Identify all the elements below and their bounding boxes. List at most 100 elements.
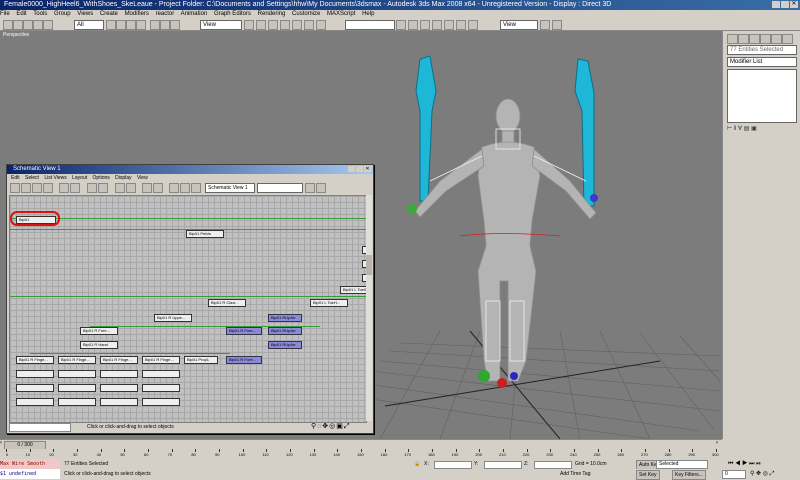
edit-named-sel-icon[interactable] (316, 20, 326, 30)
maximize-icon[interactable] (781, 1, 789, 8)
sch-hierarchy-icon[interactable] (59, 183, 69, 193)
prev-frame-icon[interactable]: ‹ (0, 440, 2, 446)
pivot-center-icon[interactable] (244, 20, 254, 30)
spinner-snap-icon[interactable] (304, 20, 314, 30)
coord-y-field[interactable] (484, 461, 522, 469)
schematic-node-finger-blank[interactable] (142, 398, 180, 406)
minimize-icon[interactable] (772, 1, 780, 8)
material-editor-icon[interactable] (456, 20, 466, 30)
schematic-view-window[interactable]: Schematic View 1 ✕ Edit Select List View… (6, 164, 374, 434)
sch-menu-display[interactable]: Display (115, 175, 131, 181)
schematic-node-finger-blank[interactable] (16, 384, 54, 392)
create-tab-icon[interactable] (727, 34, 738, 44)
schematic-node-finger-blank[interactable] (142, 384, 180, 392)
sch-menu-select[interactable]: Select (25, 175, 39, 181)
sch-arrange-icon[interactable] (153, 183, 163, 193)
close-icon[interactable]: ✕ (790, 1, 798, 8)
schematic-view-name-field[interactable]: Schematic View 1 (205, 183, 255, 193)
named-selection-input[interactable] (345, 20, 395, 30)
schematic-node-r-hand[interactable]: Bip01 R Hand (80, 341, 118, 349)
sch-display-floater-icon[interactable] (87, 183, 97, 193)
key-mode-dropdown[interactable]: Selected (656, 460, 708, 469)
schematic-input[interactable] (9, 423, 71, 432)
select-by-name-icon[interactable] (116, 20, 126, 30)
mirror-icon[interactable] (396, 20, 406, 30)
undo-icon[interactable] (3, 20, 13, 30)
next-frame-icon[interactable]: › (716, 440, 718, 446)
coord-z-field[interactable] (534, 461, 572, 469)
modifier-stack[interactable] (727, 69, 797, 123)
render-type-dropdown[interactable]: View (500, 20, 538, 30)
menu-graph-editors[interactable]: Graph Editors (214, 11, 251, 17)
track-bar[interactable]: 0 10 20 30 40 50 60 70 80 90 100 110 120 130 140 150 160… (0, 449, 722, 459)
link-icon[interactable] (23, 20, 33, 30)
schematic-minimize-icon[interactable] (348, 166, 355, 172)
sch-zoom-selected-icon[interactable] (305, 183, 315, 193)
schematic-node-r-finger[interactable]: Bip01 R Finge... (100, 356, 138, 364)
schematic-node-finger-blank[interactable] (58, 370, 96, 378)
menu-reactor[interactable]: reactor (156, 11, 175, 17)
viewport-nav-icons[interactable]: ⚲ ✥ ◎ ⤢ (750, 469, 774, 479)
schematic-node-l-toe0[interactable]: Bip01 L Toe0 (340, 286, 366, 294)
sch-collapse-icon[interactable] (115, 183, 125, 193)
sch-filter-icon[interactable] (169, 183, 179, 193)
schematic-node-finger-blank[interactable] (16, 398, 54, 406)
menu-create[interactable]: Create (100, 11, 118, 17)
schematic-node-finger-blank[interactable] (100, 384, 138, 392)
window-crossing-icon[interactable] (136, 20, 146, 30)
modify-tab-icon[interactable] (738, 34, 749, 44)
render-setup-icon[interactable] (468, 20, 478, 30)
sch-bookmark-icon[interactable] (191, 183, 201, 193)
unlink-icon[interactable] (33, 20, 43, 30)
scale-icon[interactable] (170, 20, 180, 30)
modifier-list-dropdown[interactable]: Modifier List (727, 57, 797, 67)
schematic-node-finger-blank[interactable] (100, 370, 138, 378)
menu-customize[interactable]: Customize (292, 11, 320, 17)
playback-controls[interactable]: ⏮ ◀ ▶ ⏭ ⏯ (728, 459, 761, 469)
current-frame-field[interactable]: 0 (722, 470, 746, 479)
menu-modifiers[interactable]: Modifiers (125, 11, 149, 17)
schematic-node-selected[interactable]: Bip01 RUpArr (268, 341, 302, 349)
schematic-node-selected[interactable]: Bip01 R Fore... (226, 327, 262, 335)
snap-toggle-icon[interactable] (268, 20, 278, 30)
redo-icon[interactable] (13, 20, 23, 30)
select-manipulate-icon[interactable] (256, 20, 266, 30)
coord-x-field[interactable] (434, 461, 472, 469)
schematic-node-finger-blank[interactable] (100, 398, 138, 406)
schematic-canvas[interactable]: Bip01 Bip01 Pelvis Bip01 R Clavi... Bip0… (9, 195, 367, 423)
angle-snap-icon[interactable] (280, 20, 290, 30)
scroll-thumb[interactable] (366, 255, 372, 275)
sch-menu-list-views[interactable]: List Views (44, 175, 66, 181)
motion-tab-icon[interactable] (760, 34, 771, 44)
schematic-node-pelvis[interactable]: Bip01 Pelvis (186, 230, 224, 238)
schematic-node-finger-blank[interactable] (142, 370, 180, 378)
menu-edit[interactable]: Edit (16, 11, 26, 17)
schematic-nav-icons[interactable]: ⚲◌✥◎▣⤢ (311, 422, 350, 432)
move-icon[interactable] (150, 20, 160, 30)
schematic-node-finger-blank[interactable] (58, 384, 96, 392)
hierarchy-tab-icon[interactable] (749, 34, 760, 44)
schematic-node-r-clavicle[interactable]: Bip01 R Clavi... (208, 299, 246, 307)
schematic-maximize-icon[interactable] (356, 166, 363, 172)
sch-sync-icon[interactable] (180, 183, 190, 193)
rotate-icon[interactable] (160, 20, 170, 30)
schematic-node-r-finger[interactable]: Bip01 R Finge... (16, 356, 54, 364)
layer-manager-icon[interactable] (420, 20, 430, 30)
maxscript-listener-line2[interactable]: $1 undefined (0, 469, 60, 479)
schematic-node-r-upperarm[interactable]: Bip01 R Uppe... (154, 314, 192, 322)
render-last-icon[interactable] (552, 20, 562, 30)
menu-maxscript[interactable]: MAXScript (327, 11, 355, 17)
sch-menu-view[interactable]: View (137, 175, 148, 181)
sch-unlink-icon[interactable] (32, 183, 42, 193)
curve-editor-icon[interactable] (432, 20, 442, 30)
sch-remove-bookmark-icon[interactable] (316, 183, 326, 193)
sch-list-views-icon[interactable] (98, 183, 108, 193)
select-object-icon[interactable] (106, 20, 116, 30)
sch-align-icon[interactable] (142, 183, 152, 193)
sch-menu-layout[interactable]: Layout (72, 175, 87, 181)
sch-menu-options[interactable]: Options (93, 175, 110, 181)
schematic-view-icon[interactable] (444, 20, 454, 30)
sch-references-icon[interactable] (70, 183, 80, 193)
schematic-node-selected[interactable]: Bip01 RUpArr (268, 327, 302, 335)
quick-render-icon[interactable] (540, 20, 550, 30)
